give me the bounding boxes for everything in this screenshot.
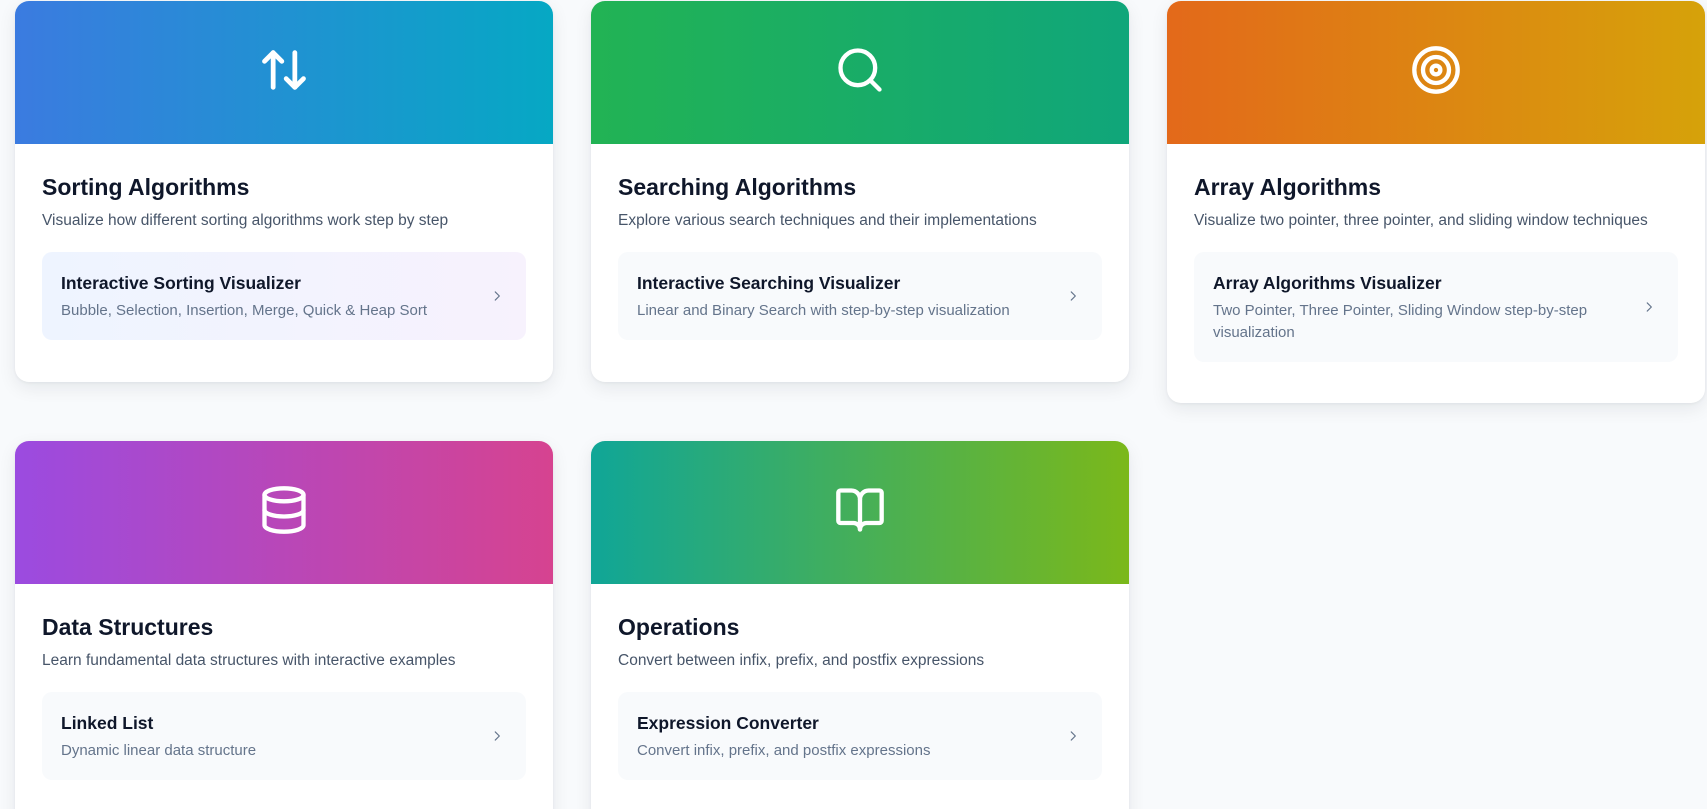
card-description: Learn fundamental data structures with i… — [42, 652, 456, 669]
sorting-visualizer-link[interactable]: Interactive Sorting Visualizer Bubble, S… — [42, 252, 526, 340]
item-subtitle: Convert infix, prefix, and postfix expre… — [637, 742, 931, 759]
database-icon — [258, 484, 310, 541]
expression-converter-link[interactable]: Expression Converter Convert infix, pref… — [618, 692, 1102, 780]
algorithm-category-grid: Sorting Algorithms Visualize how differe… — [0, 0, 1707, 809]
searching-visualizer-link[interactable]: Interactive Searching Visualizer Linear … — [618, 252, 1102, 340]
item-subtitle: Dynamic linear data structure — [61, 742, 257, 759]
card-title: Data Structures — [42, 614, 214, 640]
target-icon — [1410, 44, 1462, 101]
book-open-icon — [834, 484, 886, 541]
card-description: Visualize two pointer, three pointer, an… — [1194, 212, 1648, 229]
item-title: Expression Converter — [637, 713, 819, 733]
arrows-up-down-icon — [258, 44, 310, 101]
card-title: Searching Algorithms — [618, 174, 857, 200]
card-description: Explore various search techniques and th… — [618, 212, 1037, 229]
array-visualizer-link[interactable]: Array Algorithms Visualizer Two Pointer,… — [1194, 252, 1678, 362]
card-description: Convert between infix, prefix, and postf… — [618, 652, 985, 669]
card-title: Sorting Algorithms — [42, 174, 250, 200]
card-header-banner — [591, 1, 1129, 144]
item-subtitle: Bubble, Selection, Insertion, Merge, Qui… — [61, 302, 428, 319]
chevron-right-icon — [490, 289, 504, 303]
item-subtitle: Linear and Binary Search with step-by-st… — [637, 302, 1010, 319]
operations-card: Operations Convert between infix, prefix… — [591, 441, 1129, 809]
search-icon — [834, 44, 886, 101]
card-header-banner — [591, 441, 1129, 584]
linked-list-link[interactable]: Linked List Dynamic linear data structur… — [42, 692, 526, 780]
card-header-banner — [15, 441, 553, 584]
item-title: Linked List — [61, 713, 154, 733]
chevron-right-icon — [1642, 300, 1656, 314]
chevron-right-icon — [1066, 729, 1080, 743]
chevron-right-icon — [490, 729, 504, 743]
searching-algorithms-card: Searching Algorithms Explore various sea… — [591, 1, 1129, 382]
array-algorithms-card: Array Algorithms Visualize two pointer, … — [1167, 1, 1705, 403]
chevron-right-icon — [1066, 289, 1080, 303]
item-title: Array Algorithms Visualizer — [1213, 273, 1442, 293]
data-structures-card: Data Structures Learn fundamental data s… — [15, 441, 553, 809]
card-title: Operations — [618, 614, 740, 640]
card-header-banner — [1167, 1, 1705, 144]
item-title: Interactive Sorting Visualizer — [61, 273, 301, 293]
card-description: Visualize how different sorting algorith… — [42, 212, 449, 229]
card-header-banner — [15, 1, 553, 144]
item-subtitle: Two Pointer, Three Pointer, Sliding Wind… — [1213, 302, 1588, 341]
card-title: Array Algorithms — [1194, 174, 1382, 200]
item-title: Interactive Searching Visualizer — [637, 273, 901, 293]
sorting-algorithms-card: Sorting Algorithms Visualize how differe… — [15, 1, 553, 382]
